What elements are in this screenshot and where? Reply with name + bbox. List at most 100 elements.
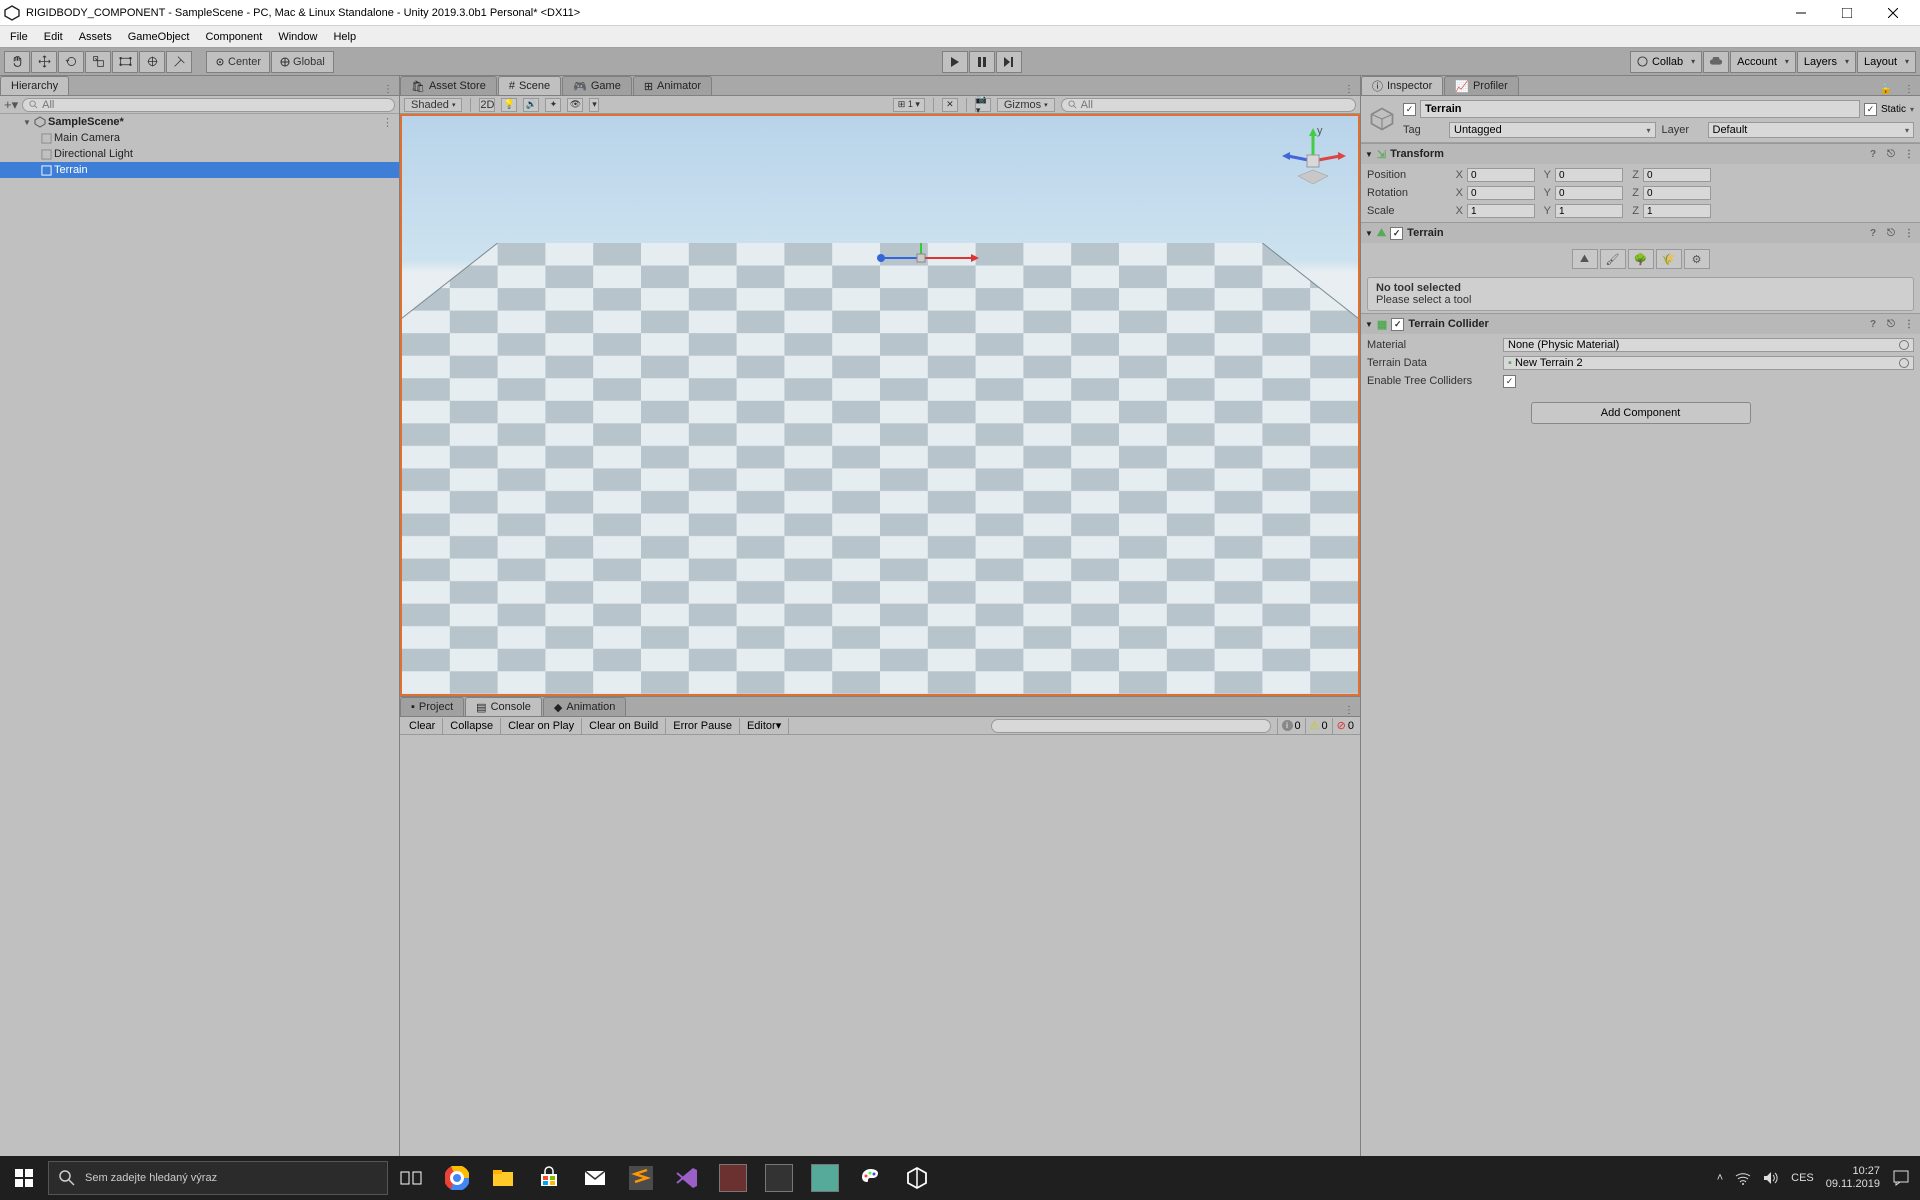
terrain-settings-button[interactable]: ⚙ xyxy=(1684,249,1710,269)
help-icon[interactable]: ? xyxy=(1866,228,1880,239)
transform-gizmo[interactable] xyxy=(861,243,981,273)
layout-dropdown[interactable]: Layout xyxy=(1857,51,1916,73)
editor-dropdown[interactable]: Editor ▾ xyxy=(740,718,789,734)
custom-tool-button[interactable] xyxy=(166,51,192,73)
scene-view[interactable]: y xyxy=(400,114,1360,696)
hand-tool-button[interactable] xyxy=(4,51,30,73)
draw-mode-dropdown[interactable]: Shaded xyxy=(404,98,462,112)
help-icon[interactable]: ? xyxy=(1866,149,1880,160)
position-y[interactable] xyxy=(1555,168,1623,182)
create-dropdown[interactable]: +▾ xyxy=(4,97,18,113)
step-button[interactable] xyxy=(996,51,1022,73)
tray-notifications-icon[interactable] xyxy=(1892,1169,1910,1187)
menu-icon[interactable]: ⋮ xyxy=(1902,149,1916,160)
menu-icon[interactable]: ⋮ xyxy=(1902,228,1916,239)
cloud-button[interactable] xyxy=(1703,51,1729,73)
inspector-tab[interactable]: ⓘInspector xyxy=(1361,76,1443,95)
pause-button[interactable] xyxy=(969,51,995,73)
tree-colliders-checkbox[interactable]: ✓ xyxy=(1503,375,1516,388)
orientation-gizmo[interactable]: y xyxy=(1278,126,1348,196)
menu-gameobject[interactable]: GameObject xyxy=(120,29,198,45)
pivot-rotation-button[interactable]: Global xyxy=(271,51,334,73)
taskbar-explorer[interactable] xyxy=(480,1156,526,1200)
clear-button[interactable]: Clear xyxy=(402,718,443,734)
collapse-toggle[interactable]: Collapse xyxy=(443,718,501,734)
terrain-enabled-checkbox[interactable]: ✓ xyxy=(1390,227,1403,240)
scale-y[interactable] xyxy=(1555,204,1623,218)
close-button[interactable] xyxy=(1870,0,1916,26)
transform-component-header[interactable]: ▼ ⇲ Transform ? ⎋ ⋮ xyxy=(1361,144,1920,164)
rect-tool-button[interactable] xyxy=(112,51,138,73)
terrain-paint-button[interactable]: 🖌 xyxy=(1600,249,1626,269)
scale-x[interactable] xyxy=(1467,204,1535,218)
layers-dropdown[interactable]: Layers xyxy=(1797,51,1856,73)
minimize-button[interactable] xyxy=(1778,0,1824,26)
audio-toggle[interactable]: 🔊 xyxy=(523,98,539,112)
asset-store-tab[interactable]: 🛍Asset Store xyxy=(400,76,497,95)
taskbar-paint[interactable] xyxy=(848,1156,894,1200)
console-tab[interactable]: ▤Console xyxy=(465,697,542,716)
start-button[interactable] xyxy=(0,1156,48,1200)
taskbar-app2[interactable] xyxy=(756,1156,802,1200)
rotate-tool-button[interactable] xyxy=(58,51,84,73)
rotation-x[interactable] xyxy=(1467,186,1535,200)
active-checkbox[interactable]: ✓ xyxy=(1403,103,1416,116)
scale-z[interactable] xyxy=(1643,204,1711,218)
camera-toggle[interactable]: 📷▾ xyxy=(975,98,991,112)
fx-dropdown[interactable]: ▾ xyxy=(589,98,599,112)
panel-menu-icon[interactable]: ⋮ xyxy=(1338,84,1360,95)
project-tab[interactable]: ▪Project xyxy=(400,697,464,716)
object-picker-icon[interactable] xyxy=(1899,340,1909,350)
scene-search[interactable]: All xyxy=(1061,98,1356,112)
position-z[interactable] xyxy=(1643,168,1711,182)
taskbar-store[interactable] xyxy=(526,1156,572,1200)
account-dropdown[interactable]: Account xyxy=(1730,51,1796,73)
terrain-data-field[interactable]: ▪ New Terrain 2 xyxy=(1503,356,1914,370)
rotation-z[interactable] xyxy=(1643,186,1711,200)
game-tab[interactable]: 🎮Game xyxy=(562,76,632,95)
scene-row[interactable]: ▼ SampleScene* ⋮ xyxy=(0,114,399,130)
tray-ime[interactable]: CES xyxy=(1791,1172,1814,1184)
taskbar-unity[interactable] xyxy=(894,1156,940,1200)
position-x[interactable] xyxy=(1467,168,1535,182)
info-count[interactable]: i0 xyxy=(1277,718,1305,734)
menu-icon[interactable]: ⋮ xyxy=(1902,319,1916,330)
tray-wifi-icon[interactable] xyxy=(1735,1171,1751,1185)
tag-dropdown[interactable]: Untagged xyxy=(1449,122,1656,138)
add-component-button[interactable]: Add Component xyxy=(1531,402,1751,424)
taskbar-sublime[interactable] xyxy=(618,1156,664,1200)
panel-lock-icon[interactable]: 🔒 xyxy=(1874,84,1898,95)
hierarchy-item-camera[interactable]: Main Camera xyxy=(0,130,399,146)
hidden-toggle[interactable]: 👁 xyxy=(567,98,583,112)
gameobject-name-field[interactable]: Terrain xyxy=(1420,100,1860,118)
layer-dropdown[interactable]: Default xyxy=(1708,122,1915,138)
animation-tab[interactable]: ◆Animation xyxy=(543,697,626,716)
menu-component[interactable]: Component xyxy=(197,29,270,45)
profiler-tab[interactable]: 📈Profiler xyxy=(1444,76,1519,95)
clear-on-play-toggle[interactable]: Clear on Play xyxy=(501,718,582,734)
taskbar-search[interactable]: Sem zadejte hledaný výraz xyxy=(48,1161,388,1195)
menu-assets[interactable]: Assets xyxy=(71,29,120,45)
static-checkbox[interactable]: ✓ xyxy=(1864,103,1877,116)
object-picker-icon[interactable] xyxy=(1899,358,1909,368)
hierarchy-search[interactable]: All xyxy=(22,98,395,112)
panel-menu-icon[interactable]: ⋮ xyxy=(377,84,399,95)
menu-help[interactable]: Help xyxy=(325,29,364,45)
panel-menu-icon[interactable]: ⋮ xyxy=(1898,84,1920,95)
tool-toggle[interactable]: ✕ xyxy=(942,98,958,112)
pivot-mode-button[interactable]: Center xyxy=(206,51,270,73)
hierarchy-item-light[interactable]: Directional Light xyxy=(0,146,399,162)
hierarchy-tab[interactable]: Hierarchy xyxy=(0,76,69,95)
taskbar-mail[interactable] xyxy=(572,1156,618,1200)
error-pause-toggle[interactable]: Error Pause xyxy=(666,718,740,734)
console-search[interactable] xyxy=(991,719,1271,733)
tray-clock[interactable]: 10:27 09.11.2019 xyxy=(1826,1165,1880,1191)
maximize-button[interactable] xyxy=(1824,0,1870,26)
clear-on-build-toggle[interactable]: Clear on Build xyxy=(582,718,666,734)
warning-count[interactable]: ⚠0 xyxy=(1305,718,1332,734)
terrain-component-header[interactable]: ▼ ⛰ ✓ Terrain ? ⎋ ⋮ xyxy=(1361,223,1920,243)
play-button[interactable] xyxy=(942,51,968,73)
preset-icon[interactable]: ⎋ xyxy=(1884,228,1898,239)
preset-icon[interactable]: ⎋ xyxy=(1884,319,1898,330)
transform-tool-button[interactable] xyxy=(139,51,165,73)
